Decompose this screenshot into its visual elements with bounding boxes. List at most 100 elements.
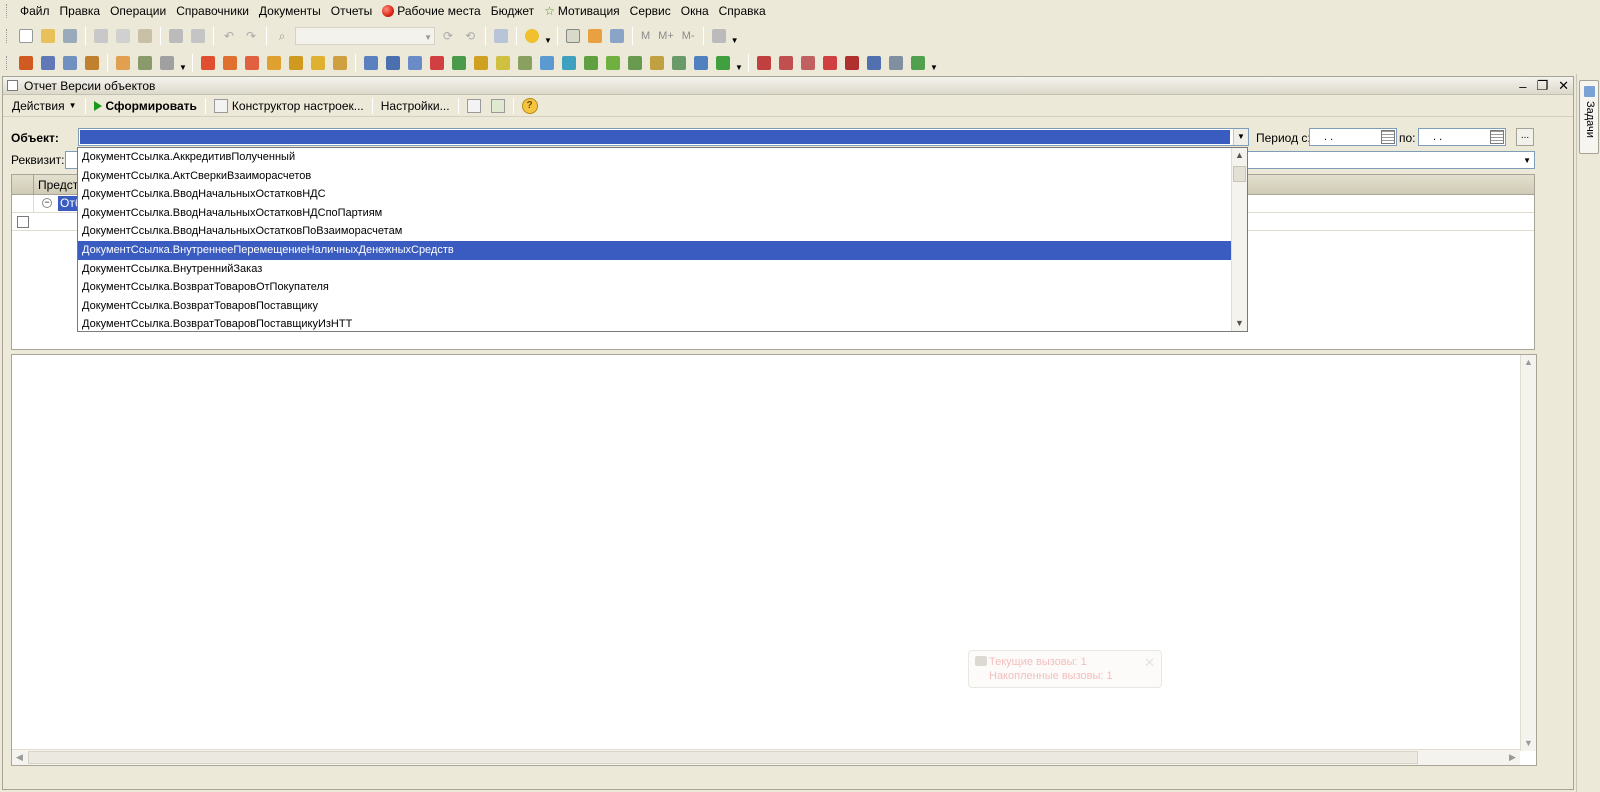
menu-file[interactable]: Файл: [15, 1, 55, 21]
find-next-button[interactable]: ⟳: [437, 25, 459, 47]
minimize-button[interactable]: –: [1519, 79, 1526, 94]
menu-motivation[interactable]: ☆ Мотивация: [539, 1, 625, 21]
period-select-button[interactable]: ...: [1516, 128, 1534, 146]
list-item[interactable]: ДокументСсылка.ВводНачальныхОстатковПоВз…: [78, 222, 1247, 241]
doc-tool-button[interactable]: [241, 52, 263, 74]
chevron-down-icon[interactable]: ▼: [1233, 129, 1248, 145]
menu-documents[interactable]: Документы: [254, 1, 326, 21]
object-combo[interactable]: ▼: [78, 128, 1249, 146]
doc-tool-button[interactable]: [134, 52, 156, 74]
dropdown-icon[interactable]: ▼: [178, 63, 188, 72]
doc-tool-button[interactable]: [492, 52, 514, 74]
print-button[interactable]: [165, 25, 187, 47]
doc-tool-button[interactable]: [863, 52, 885, 74]
tasks-tab[interactable]: Задачи: [1579, 80, 1599, 154]
doc-tool-button[interactable]: [602, 52, 624, 74]
menu-reports[interactable]: Отчеты: [326, 1, 377, 21]
settings-constructor-button[interactable]: Конструктор настроек...: [209, 98, 369, 113]
close-button[interactable]: ✕: [1558, 78, 1569, 94]
scroll-thumb[interactable]: [28, 751, 1418, 764]
scroll-thumb[interactable]: [1233, 166, 1246, 182]
list-item[interactable]: ДокументСсылка.ВозвратТоваровОтПокупател…: [78, 278, 1247, 297]
vertical-scrollbar[interactable]: ▲ ▼: [1520, 355, 1536, 751]
doc-tool-button[interactable]: [753, 52, 775, 74]
new-button[interactable]: [15, 25, 37, 47]
period-from-field[interactable]: . .: [1309, 128, 1397, 146]
doc-tool-button[interactable]: [907, 52, 929, 74]
doc-tool-button[interactable]: [263, 52, 285, 74]
menu-budget[interactable]: Бюджет: [486, 1, 539, 21]
doc-tool-button[interactable]: [797, 52, 819, 74]
list-item[interactable]: ДокументСсылка.АккредитивПолученный: [78, 148, 1247, 167]
open-button[interactable]: [37, 25, 59, 47]
doc-tool-button[interactable]: [841, 52, 863, 74]
doc-tool-button[interactable]: [426, 52, 448, 74]
doc-tool-button[interactable]: [404, 52, 426, 74]
doc-tool-button[interactable]: [514, 52, 536, 74]
menu-edit[interactable]: Правка: [55, 1, 106, 21]
scroll-up-icon[interactable]: ▲: [1232, 148, 1247, 163]
period-to-field[interactable]: . .: [1418, 128, 1506, 146]
info-button[interactable]: [521, 25, 543, 47]
scroll-left-icon[interactable]: ◀: [12, 750, 27, 765]
close-icon[interactable]: ✕: [1144, 655, 1155, 671]
dropdown-icon[interactable]: ▼: [929, 63, 939, 72]
paste-button[interactable]: [134, 25, 156, 47]
scroll-down-icon[interactable]: ▼: [1521, 736, 1536, 751]
menu-service[interactable]: Сервис: [625, 1, 676, 21]
doc-tool-button[interactable]: [15, 52, 37, 74]
scroll-right-icon[interactable]: ▶: [1505, 750, 1520, 765]
menu-catalogs[interactable]: Справочники: [171, 1, 254, 21]
dropdown-icon[interactable]: ▼: [734, 63, 744, 72]
list-item[interactable]: ДокументСсылка.ВнутреннийЗаказ: [78, 260, 1247, 279]
doc-tool-button[interactable]: [307, 52, 329, 74]
list-item[interactable]: ДокументСсылка.ВводНачальныхОстатковНДС: [78, 185, 1247, 204]
report-result-area[interactable]: ▲ ▼ ◀ ▶: [11, 354, 1537, 766]
doc-tool-button[interactable]: [448, 52, 470, 74]
find-button[interactable]: ⌕: [271, 25, 293, 47]
calendar-icon[interactable]: [1381, 130, 1395, 144]
doc-tool-button[interactable]: [580, 52, 602, 74]
doc-tool-button[interactable]: [712, 52, 734, 74]
doc-tool-button[interactable]: [37, 52, 59, 74]
list-item[interactable]: ДокументСсылка.ВводНачальныхОстатковНДСп…: [78, 204, 1247, 223]
chevron-down-icon[interactable]: ▼: [1523, 156, 1531, 165]
doc-tool-button[interactable]: [382, 52, 404, 74]
doc-tool-button[interactable]: [646, 52, 668, 74]
search-combo[interactable]: ▼: [295, 27, 435, 45]
doc-tool-button[interactable]: [775, 52, 797, 74]
list-item[interactable]: ДокументСсылка.ВозвратТоваровПоставщикуИ…: [78, 315, 1247, 334]
windows-button[interactable]: [490, 25, 512, 47]
preview-button[interactable]: [187, 25, 209, 47]
calendar-button[interactable]: [584, 25, 606, 47]
menu-help[interactable]: Справка: [714, 1, 771, 21]
doc-tool-button[interactable]: [360, 52, 382, 74]
restore-button[interactable]: ❐: [1536, 78, 1548, 94]
settings-button[interactable]: Настройки...: [376, 99, 455, 113]
copy-button[interactable]: [112, 25, 134, 47]
tools-dropdown-icon[interactable]: ▼: [730, 36, 740, 45]
collapse-icon[interactable]: −: [42, 198, 52, 208]
users-button[interactable]: [606, 25, 628, 47]
doc-tool-button[interactable]: [59, 52, 81, 74]
save-button[interactable]: [59, 25, 81, 47]
doc-tool-button[interactable]: [885, 52, 907, 74]
restore-settings-button[interactable]: [462, 98, 486, 113]
doc-tool-button[interactable]: [112, 52, 134, 74]
memory-minus-button[interactable]: M-: [678, 30, 699, 42]
doc-tool-button[interactable]: [81, 52, 103, 74]
row-checkbox[interactable]: [17, 216, 29, 228]
memory-m-button[interactable]: M: [637, 30, 654, 42]
info-dropdown-icon[interactable]: ▼: [543, 36, 553, 45]
doc-tool-button[interactable]: [624, 52, 646, 74]
save-settings-button[interactable]: [486, 98, 510, 113]
menu-windows[interactable]: Окна: [676, 1, 714, 21]
scroll-up-icon[interactable]: ▲: [1521, 355, 1536, 370]
list-item[interactable]: ДокументСсылка.АктСверкиВзаиморасчетов: [78, 167, 1247, 186]
generate-button[interactable]: Сформировать: [89, 99, 202, 113]
doc-tool-button[interactable]: [156, 52, 178, 74]
doc-tool-button[interactable]: [819, 52, 841, 74]
cut-button[interactable]: [90, 25, 112, 47]
list-item-selected[interactable]: ДокументСсылка.ВнутреннееПеремещениеНали…: [78, 240, 1247, 260]
doc-tool-button[interactable]: [329, 52, 351, 74]
